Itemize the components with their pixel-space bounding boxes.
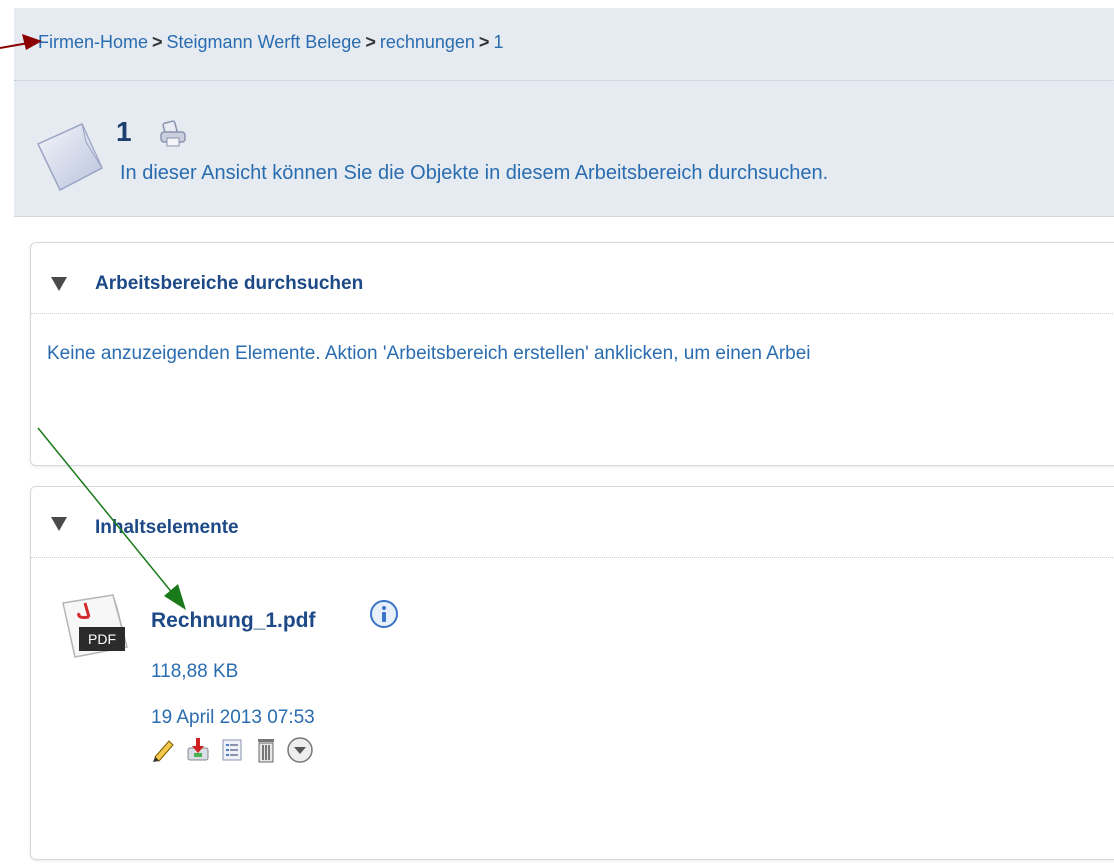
printer-icon[interactable]	[158, 120, 188, 153]
file-date: 19 April 2013 07:53	[151, 707, 315, 728]
breadcrumb-current: 1	[493, 32, 504, 52]
properties-list-icon[interactable]	[217, 735, 247, 765]
breadcrumb-steigmann-werft-belege[interactable]: Steigmann Werft Belege	[167, 32, 362, 52]
delete-trash-icon[interactable]	[251, 735, 281, 765]
collapse-triangle-icon[interactable]	[51, 277, 67, 291]
collapse-triangle-icon[interactable]	[51, 517, 67, 531]
page: Firmen-Home > Steigmann Werft Belege > rechn…	[0, 0, 1114, 866]
breadcrumb-rechnungen[interactable]: rechnungen	[380, 32, 475, 52]
empty-message: Keine anzuzeigenden Elemente. Aktion 'Ar…	[47, 343, 811, 364]
info-icon[interactable]	[369, 599, 399, 634]
file-link[interactable]: Rechnung_1.pdf	[151, 609, 316, 633]
pdf-icon-label: PDF	[88, 631, 116, 647]
workspaces-panel: Arbeitsbereiche durchsuchen Keine anzuze…	[30, 242, 1114, 466]
file-size: 118,88 KB	[151, 661, 239, 682]
contents-panel: Inhaltselemente PDF Rechnung_1.pdf 118,8…	[30, 486, 1114, 860]
header-area: Firmen-Home > Steigmann Werft Belege > rechn…	[14, 8, 1114, 217]
file-actions	[149, 735, 315, 765]
header-divider	[14, 80, 1114, 81]
breadcrumb-separator: >	[365, 32, 376, 52]
pdf-icon[interactable]: PDF	[55, 593, 137, 664]
breadcrumb-separator: >	[152, 32, 163, 52]
contents-panel-header[interactable]: Inhaltselemente	[31, 487, 1114, 558]
edit-pencil-icon[interactable]	[149, 735, 179, 765]
breadcrumb-firmen-home[interactable]: Firmen-Home	[38, 32, 148, 52]
workspaces-panel-title[interactable]: Arbeitsbereiche durchsuchen	[95, 273, 363, 295]
download-icon[interactable]	[183, 735, 213, 765]
workspaces-panel-header[interactable]: Arbeitsbereiche durchsuchen	[31, 243, 1114, 314]
more-dropdown-icon[interactable]	[285, 735, 315, 765]
breadcrumb-separator: >	[478, 32, 490, 52]
page-description: In dieser Ansicht können Sie die Objekte…	[120, 162, 829, 184]
breadcrumb: Firmen-Home > Steigmann Werft Belege > rechn…	[38, 32, 503, 53]
contents-panel-title[interactable]: Inhaltselemente	[95, 517, 239, 539]
page-title: 1	[116, 116, 132, 147]
document-icon	[32, 118, 108, 199]
